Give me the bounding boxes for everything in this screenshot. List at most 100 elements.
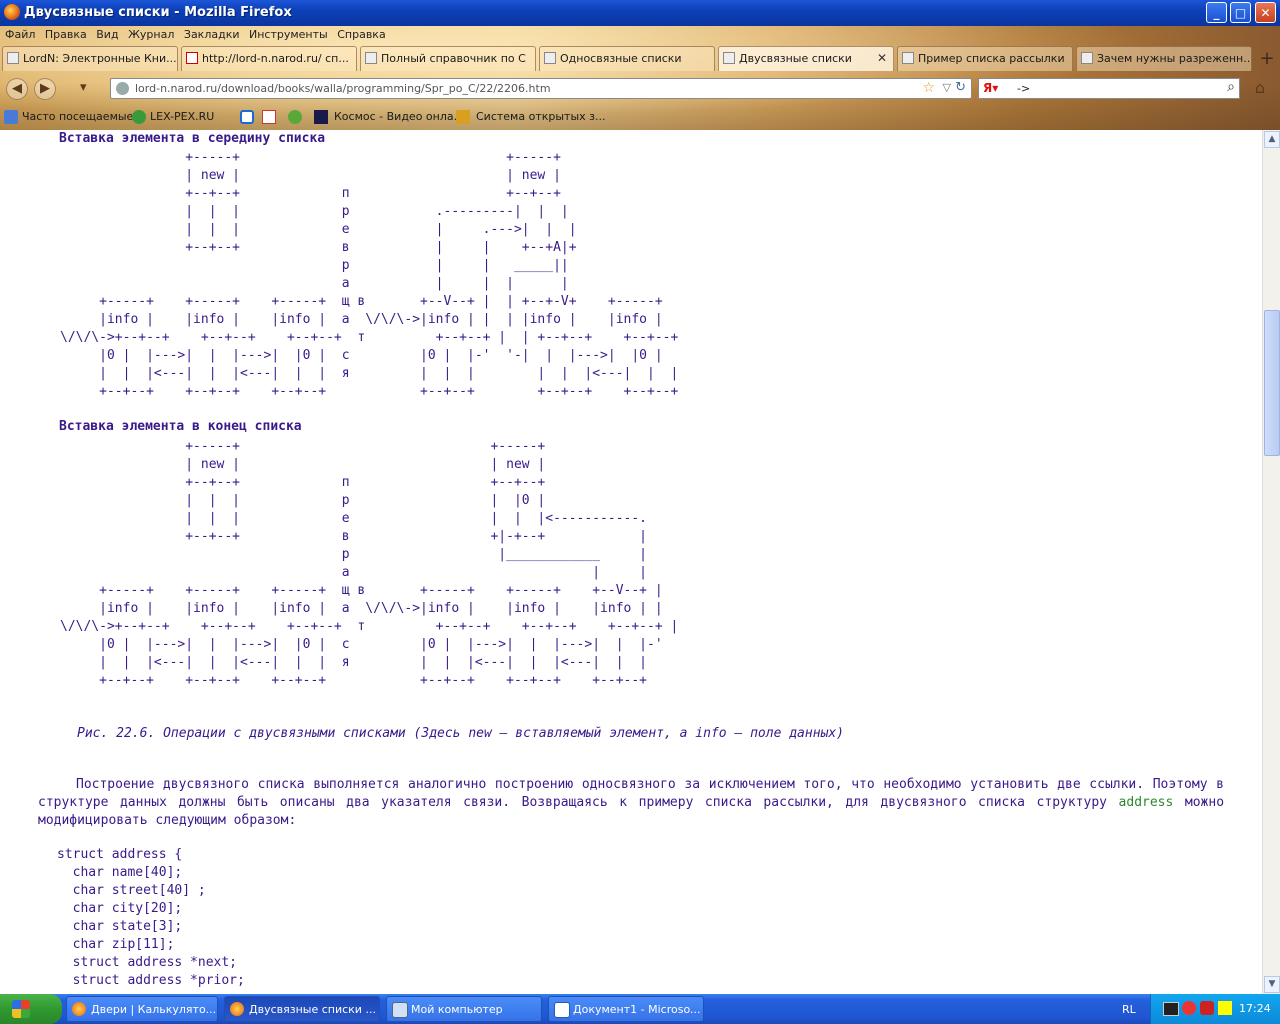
taskbar-item-label: Мой компьютер bbox=[411, 1003, 503, 1016]
url-text: lord-n.narod.ru/download/books/walla/pro… bbox=[135, 82, 551, 95]
tab-lordn[interactable]: LordN: Электронные Кни... bbox=[2, 46, 178, 71]
taskbar-item-label: Двусвязные списки ... bbox=[249, 1003, 376, 1016]
close-button[interactable]: ✕ bbox=[1255, 2, 1276, 23]
tab-label: http://lord-n.narod.ru/ сп... bbox=[202, 52, 349, 65]
bookmark-space-video[interactable]: Космос - Видео онла... bbox=[334, 110, 464, 123]
history-dropdown-icon[interactable]: ▾ bbox=[80, 80, 98, 98]
reload-icon[interactable]: ↻ bbox=[955, 80, 966, 95]
new-tab-button[interactable]: + bbox=[1257, 49, 1277, 69]
forward-arrow-icon: ▶ bbox=[40, 81, 50, 96]
back-arrow-icon: ◀ bbox=[12, 81, 22, 96]
code-block: struct address { char name[40]; char str… bbox=[57, 847, 245, 988]
menu-bar: Файл Правка Вид Журнал Закладки Инструме… bbox=[0, 28, 387, 46]
yandex-search-icon[interactable]: Я▾ bbox=[983, 81, 998, 95]
diagram-insert-end: +-----+ +-----+ | new | | new | +--+--+ … bbox=[60, 439, 679, 688]
window-title: Двусвязные списки - Mozilla Firefox bbox=[24, 5, 292, 20]
back-button[interactable]: ◀ bbox=[6, 78, 28, 100]
scroll-down-icon[interactable]: ▼ bbox=[1264, 976, 1280, 993]
network-icon[interactable] bbox=[1163, 1002, 1179, 1016]
taskbar-item-label: Двери | Калькулято... bbox=[91, 1003, 217, 1016]
search-input[interactable]: -> bbox=[1017, 82, 1030, 95]
antivirus-icon[interactable] bbox=[1200, 1001, 1214, 1015]
tab-lord-narod[interactable]: http://lord-n.narod.ru/ сп... bbox=[181, 46, 357, 71]
tab-c-reference[interactable]: Полный справочник по С bbox=[360, 46, 536, 71]
gmail-icon[interactable] bbox=[262, 110, 276, 124]
code-keyword-address: address bbox=[1118, 795, 1174, 810]
mail-agent-icon[interactable] bbox=[1182, 1001, 1196, 1015]
yandex-icon bbox=[186, 52, 198, 64]
heading-insert-middle: Вставка элемента в середину списка bbox=[59, 131, 326, 146]
forward-button[interactable]: ▶ bbox=[34, 78, 56, 100]
menu-edit[interactable]: Правка bbox=[45, 28, 87, 41]
most-visited-icon bbox=[4, 110, 18, 124]
diagram-insert-middle: +-----+ +-----+ | new | | new | +--+--+ … bbox=[60, 150, 679, 399]
computer-icon bbox=[392, 1002, 408, 1018]
search-box[interactable]: Я▾ -> ⌕ bbox=[978, 78, 1240, 99]
firefox-icon bbox=[4, 4, 20, 20]
clock[interactable]: 17:24 bbox=[1239, 1002, 1271, 1015]
menu-help[interactable]: Справка bbox=[337, 28, 385, 41]
page-icon bbox=[1081, 52, 1093, 64]
open-system-icon bbox=[456, 110, 470, 124]
taskbar-item-word[interactable]: Документ1 - Microso... bbox=[548, 996, 704, 1022]
bookmark-open-system[interactable]: Система открытых з... bbox=[476, 110, 605, 123]
taskbar: Двери | Калькулято... Двусвязные списки … bbox=[0, 994, 1280, 1024]
tab-label: Полный справочник по С bbox=[381, 52, 526, 65]
firefox-icon bbox=[72, 1002, 86, 1016]
tab-singly-linked[interactable]: Односвязные списки bbox=[539, 46, 715, 71]
notification-icon[interactable] bbox=[1218, 1001, 1232, 1015]
page-icon bbox=[544, 52, 556, 64]
heading-insert-end: Вставка элемента в конец списка bbox=[59, 419, 302, 434]
language-indicator[interactable]: RL bbox=[1122, 1003, 1136, 1016]
taskbar-item-label: Документ1 - Microso... bbox=[573, 1003, 701, 1016]
home-icon: ⌂ bbox=[1254, 78, 1266, 97]
page-icon bbox=[365, 52, 377, 64]
menu-file[interactable]: Файл bbox=[5, 28, 35, 41]
home-button[interactable]: ⌂ bbox=[1248, 78, 1272, 100]
space-video-icon bbox=[314, 110, 328, 124]
tab-sparse[interactable]: Зачем нужны разреженн... bbox=[1076, 46, 1252, 71]
page-icon bbox=[7, 52, 19, 64]
puzzle-icon[interactable] bbox=[288, 110, 302, 124]
system-tray: 17:24 bbox=[1150, 994, 1280, 1024]
page-icon bbox=[902, 52, 914, 64]
tab-label: Односвязные списки bbox=[560, 52, 682, 65]
windows-flag-icon bbox=[12, 1000, 30, 1018]
mail-at-icon[interactable] bbox=[240, 110, 254, 124]
tab-label: Двусвязные списки bbox=[739, 52, 852, 65]
menu-history[interactable]: Журнал bbox=[128, 28, 174, 41]
tab-doubly-linked[interactable]: Двусвязные списки ✕ bbox=[718, 46, 894, 71]
firefox-icon bbox=[230, 1002, 244, 1016]
page-icon bbox=[723, 52, 735, 64]
word-document-icon bbox=[554, 1002, 570, 1018]
taskbar-item-my-computer[interactable]: Мой компьютер bbox=[386, 996, 542, 1022]
minimize-button[interactable]: _ bbox=[1206, 2, 1227, 23]
maximize-button[interactable]: □ bbox=[1230, 2, 1251, 23]
url-dropdown-icon[interactable]: ▽ bbox=[943, 81, 951, 94]
menu-tools[interactable]: Инструменты bbox=[249, 28, 328, 41]
paragraph: Построение двусвязного списка выполняетс… bbox=[38, 776, 1224, 830]
tab-label: LordN: Электронные Кни... bbox=[23, 52, 177, 65]
bookmark-lex-pex[interactable]: LEX-PEX.RU bbox=[150, 110, 214, 123]
tab-mailing-list[interactable]: Пример списка рассылки bbox=[897, 46, 1073, 71]
taskbar-item-doubly-linked[interactable]: Двусвязные списки ... bbox=[224, 996, 380, 1022]
scroll-up-icon[interactable]: ▲ bbox=[1264, 131, 1280, 148]
paragraph-text: Построение двусвязного списка выполняетс… bbox=[38, 777, 1224, 810]
page-content: Вставка элемента в середину списка +----… bbox=[0, 130, 1262, 994]
scroll-thumb[interactable] bbox=[1264, 310, 1280, 456]
menu-bookmarks[interactable]: Закладки bbox=[184, 28, 240, 41]
taskbar-item-doors[interactable]: Двери | Калькулято... bbox=[66, 996, 218, 1022]
tab-label: Зачем нужны разреженн... bbox=[1097, 52, 1252, 65]
window-title-bar[interactable]: Двусвязные списки - Mozilla Firefox _ □ … bbox=[0, 0, 1280, 26]
lex-pex-icon bbox=[132, 110, 146, 124]
figure-caption: Рис. 22.6. Операции с двусвязными списка… bbox=[77, 726, 845, 741]
tab-label: Пример списка рассылки bbox=[918, 52, 1065, 65]
menu-view[interactable]: Вид bbox=[96, 28, 118, 41]
search-icon[interactable]: ⌕ bbox=[1227, 79, 1235, 95]
address-bar[interactable]: lord-n.narod.ru/download/books/walla/pro… bbox=[110, 78, 972, 99]
bookmark-most-visited[interactable]: Часто посещаемые bbox=[22, 110, 133, 123]
vertical-scrollbar[interactable]: ▲ ▼ bbox=[1262, 130, 1280, 994]
bookmark-star-icon[interactable]: ☆ bbox=[922, 80, 935, 96]
start-button[interactable] bbox=[0, 994, 62, 1024]
close-tab-icon[interactable]: ✕ bbox=[877, 51, 887, 65]
